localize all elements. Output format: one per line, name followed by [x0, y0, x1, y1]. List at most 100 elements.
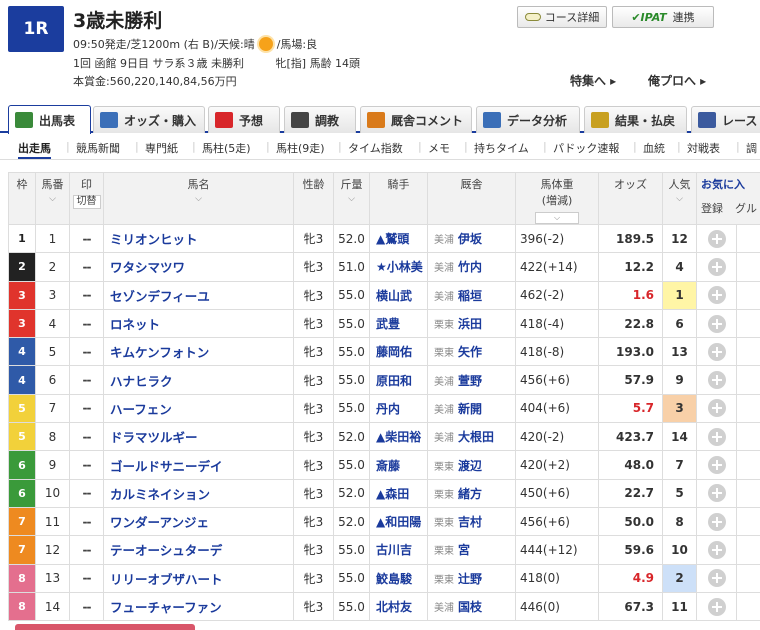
- subnav-item-0[interactable]: 出走馬: [18, 140, 51, 159]
- plus-circle-icon[interactable]: [707, 286, 726, 305]
- plus-circle-icon[interactable]: [707, 371, 726, 390]
- plus-circle-icon[interactable]: [707, 257, 726, 276]
- ipat-link-button[interactable]: ✔IPAT 連携: [612, 6, 714, 28]
- subnav-item-4[interactable]: 馬柱(9走): [276, 140, 325, 156]
- col-sexage[interactable]: 性齢: [293, 172, 334, 225]
- favorite-group-cell[interactable]: [736, 308, 760, 339]
- plus-circle-icon[interactable]: [707, 569, 726, 588]
- jockey-link[interactable]: ▲鷲頭: [369, 223, 428, 254]
- favorite-add-cell[interactable]: [696, 563, 737, 593]
- favorite-group-cell[interactable]: [736, 591, 760, 622]
- subnav-item-1[interactable]: 競馬新聞: [76, 140, 120, 156]
- subnav-item-8[interactable]: パドック速報: [553, 140, 619, 156]
- col-kinryo[interactable]: 斤量 ⌵: [333, 172, 370, 225]
- mark-select[interactable]: --: [69, 478, 104, 508]
- tab-0[interactable]: 出馬表: [8, 105, 91, 134]
- favorite-group-cell[interactable]: [736, 280, 760, 310]
- favorite-group-cell[interactable]: [736, 223, 760, 254]
- trainer-link[interactable]: 吉村: [458, 515, 482, 529]
- plus-circle-icon[interactable]: [707, 540, 726, 559]
- jockey-link[interactable]: 鮫島駿: [369, 563, 428, 593]
- favorite-group-cell[interactable]: [736, 422, 760, 452]
- trainer-link[interactable]: 萱野: [458, 374, 482, 388]
- mark-select[interactable]: --: [69, 393, 104, 424]
- trainer-link[interactable]: 宮: [458, 543, 470, 557]
- trainer-link[interactable]: 大根田: [458, 430, 494, 444]
- favorite-add-cell[interactable]: [696, 506, 737, 537]
- plus-circle-icon[interactable]: [707, 484, 726, 503]
- bottom-action-bar[interactable]: [15, 624, 195, 630]
- horse-name-link[interactable]: テーオーシュターデ: [103, 535, 294, 565]
- favorite-add-cell[interactable]: [696, 308, 737, 339]
- horse-name-link[interactable]: ハーフェン: [103, 393, 294, 424]
- trainer-link[interactable]: 竹内: [458, 260, 482, 274]
- favorite-add-cell[interactable]: [696, 422, 737, 452]
- tab-1[interactable]: オッズ・購入: [93, 106, 205, 133]
- horse-name-link[interactable]: ワタシマツワ: [103, 252, 294, 282]
- horse-name-link[interactable]: キムケンフォトン: [103, 337, 294, 367]
- plus-circle-icon[interactable]: [707, 314, 726, 333]
- favorite-group-cell[interactable]: [736, 563, 760, 593]
- tab-2[interactable]: 予想: [208, 106, 280, 133]
- jockey-link[interactable]: 原田和: [369, 365, 428, 395]
- tab-3[interactable]: 調教: [284, 106, 356, 133]
- favorite-group-cell[interactable]: [736, 450, 760, 480]
- col-horse[interactable]: 馬名 ⌵: [103, 172, 294, 225]
- mark-toggle-button[interactable]: 切替: [72, 195, 101, 209]
- subnav-item-5[interactable]: タイム指数: [348, 140, 403, 156]
- plus-circle-icon[interactable]: [707, 597, 726, 616]
- favorite-add-cell[interactable]: [696, 450, 737, 480]
- horse-name-link[interactable]: ワンダーアンジェ: [103, 506, 294, 537]
- favorite-group-cell[interactable]: [736, 393, 760, 424]
- jockey-link[interactable]: ▲森田: [369, 478, 428, 508]
- plus-circle-icon[interactable]: [707, 427, 726, 446]
- trainer-link[interactable]: 辻野: [458, 572, 482, 586]
- mark-select[interactable]: --: [69, 450, 104, 480]
- plus-circle-icon[interactable]: [707, 456, 726, 475]
- subnav-item-3[interactable]: 馬柱(5走): [202, 140, 251, 156]
- mark-select[interactable]: --: [69, 365, 104, 395]
- favorite-add-cell[interactable]: [696, 365, 737, 395]
- horse-name-link[interactable]: ミリオンヒット: [103, 223, 294, 254]
- favorite-group-cell[interactable]: [736, 506, 760, 537]
- col-weight[interactable]: 馬体重 (増減) ⌵: [515, 172, 599, 225]
- col-umaban[interactable]: 馬番 ⌵: [35, 172, 70, 225]
- subnav-item-7[interactable]: 持ちタイム: [474, 140, 529, 156]
- favorite-add-cell[interactable]: [696, 337, 737, 367]
- mark-select[interactable]: --: [69, 280, 104, 310]
- trainer-link[interactable]: 稲垣: [458, 289, 482, 303]
- col-pop[interactable]: 人気 ⌵: [662, 172, 697, 225]
- mark-select[interactable]: --: [69, 535, 104, 565]
- favorite-group-cell[interactable]: [736, 252, 760, 282]
- course-detail-button[interactable]: コース詳細: [517, 6, 607, 28]
- horse-name-link[interactable]: セゾンデフィーユ: [103, 280, 294, 310]
- jockey-link[interactable]: ★小林美: [369, 252, 428, 282]
- favorite-add-cell[interactable]: [696, 591, 737, 622]
- mark-select[interactable]: --: [69, 337, 104, 367]
- tab-4[interactable]: 厩舎コメント: [360, 106, 472, 133]
- mark-select[interactable]: --: [69, 591, 104, 622]
- trainer-link[interactable]: 浜田: [458, 317, 482, 331]
- mark-select[interactable]: --: [69, 506, 104, 537]
- jockey-link[interactable]: 藤岡佑: [369, 337, 428, 367]
- favorite-add-cell[interactable]: [696, 393, 737, 424]
- horse-name-link[interactable]: ゴールドサニーデイ: [103, 450, 294, 480]
- orepro-link[interactable]: 俺プロへ ▸: [648, 72, 706, 89]
- plus-circle-icon[interactable]: [707, 399, 726, 418]
- subnav-item-2[interactable]: 専門紙: [145, 140, 178, 156]
- favorite-group-cell[interactable]: [736, 365, 760, 395]
- col-stable[interactable]: 厩舎: [427, 172, 516, 225]
- horse-name-link[interactable]: リリーオブザハート: [103, 563, 294, 593]
- favorite-group-cell[interactable]: [736, 478, 760, 508]
- horse-name-link[interactable]: ロネット: [103, 308, 294, 339]
- jockey-link[interactable]: ▲和田陽: [369, 506, 428, 537]
- trainer-link[interactable]: 矢作: [458, 345, 482, 359]
- horse-name-link[interactable]: ハナヒラク: [103, 365, 294, 395]
- mark-select[interactable]: --: [69, 422, 104, 452]
- mark-select[interactable]: --: [69, 223, 104, 254]
- col-jockey[interactable]: 騎手: [369, 172, 428, 225]
- mark-select[interactable]: --: [69, 563, 104, 593]
- favorite-add-cell[interactable]: [696, 280, 737, 310]
- trainer-link[interactable]: 渡辺: [458, 459, 482, 473]
- subnav-item-9[interactable]: 血統: [643, 140, 665, 156]
